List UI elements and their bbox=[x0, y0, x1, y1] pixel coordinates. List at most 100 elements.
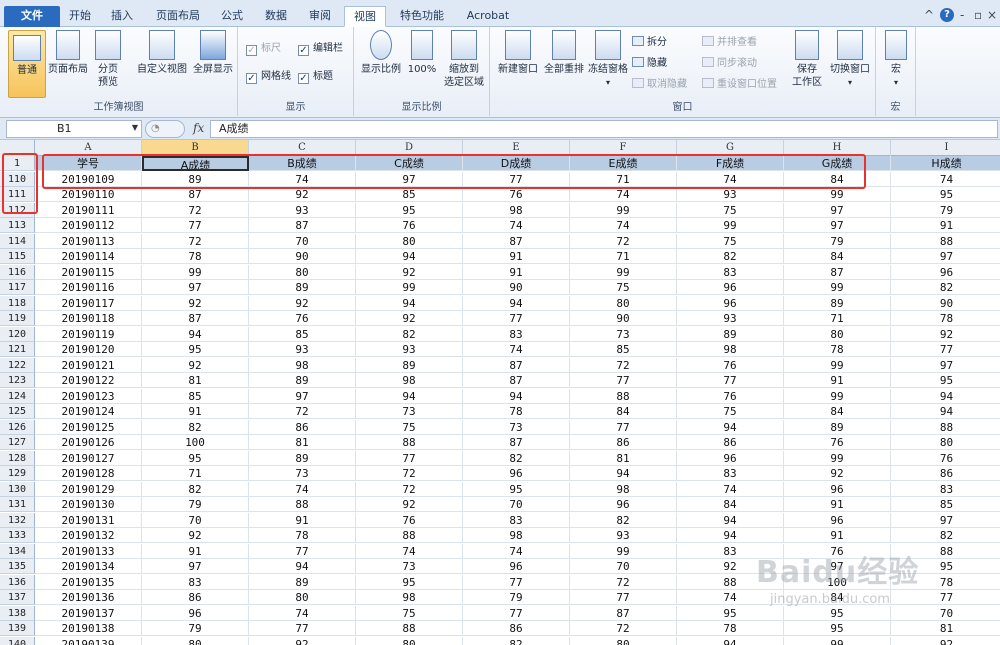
grid-cell[interactable]: 74 bbox=[249, 481, 356, 497]
grid-cell[interactable]: 93 bbox=[356, 342, 463, 357]
grid-cell[interactable]: 78 bbox=[142, 249, 249, 264]
grid-cell[interactable]: 75 bbox=[356, 605, 463, 621]
grid-cell[interactable]: 94 bbox=[249, 559, 356, 574]
page-break-preview-button[interactable]: 分页 预览 bbox=[92, 30, 124, 89]
grid-cell[interactable]: 77 bbox=[142, 218, 249, 233]
row-number[interactable]: 110 bbox=[0, 171, 35, 187]
row-number[interactable]: 118 bbox=[0, 295, 35, 311]
grid-cell[interactable]: 80 bbox=[570, 295, 677, 311]
row-number[interactable]: 130 bbox=[0, 481, 35, 497]
grid-cell[interactable]: 73 bbox=[356, 559, 463, 574]
grid-cell[interactable]: 77 bbox=[463, 605, 570, 621]
grid-cell[interactable]: 74 bbox=[463, 543, 570, 559]
grid-cell[interactable]: 94 bbox=[356, 295, 463, 311]
grid-cell[interactable]: 72 bbox=[570, 574, 677, 590]
grid-cell[interactable]: 93 bbox=[677, 187, 784, 202]
row-number[interactable]: 111 bbox=[0, 187, 35, 202]
grid-cell[interactable]: 99 bbox=[784, 636, 891, 645]
grid-cell[interactable]: 99 bbox=[677, 218, 784, 233]
row-number[interactable]: 120 bbox=[0, 326, 35, 342]
row-number[interactable]: 136 bbox=[0, 574, 35, 590]
grid-cell[interactable]: 71 bbox=[570, 249, 677, 264]
grid-cell[interactable]: 89 bbox=[249, 373, 356, 388]
insert-function-icon[interactable]: fx bbox=[193, 121, 204, 135]
grid-cell[interactable]: 92 bbox=[356, 264, 463, 280]
grid-cell[interactable]: 90 bbox=[570, 311, 677, 326]
grid-cell[interactable]: 87 bbox=[463, 233, 570, 249]
grid-cell[interactable]: 86 bbox=[463, 621, 570, 636]
tab-view[interactable]: 视图 bbox=[344, 6, 386, 27]
grid-cell[interactable]: 73 bbox=[249, 466, 356, 481]
column-header-c[interactable]: C bbox=[249, 140, 356, 156]
grid-cell[interactable]: 82 bbox=[677, 249, 784, 264]
column-header-e[interactable]: E bbox=[463, 140, 570, 156]
grid-cell[interactable]: 74 bbox=[463, 218, 570, 233]
unhide-button[interactable]: 取消隐藏 bbox=[632, 77, 687, 93]
grid-cell[interactable]: 82 bbox=[891, 280, 1000, 295]
grid-cell[interactable]: 85 bbox=[570, 342, 677, 357]
grid-cell[interactable]: 76 bbox=[677, 357, 784, 373]
grid-cell[interactable]: 77 bbox=[463, 171, 570, 187]
grid-cell[interactable]: 97 bbox=[891, 358, 1000, 373]
grid-cell[interactable]: 91 bbox=[463, 264, 570, 280]
formula-expand-control[interactable]: ◔ bbox=[145, 120, 185, 138]
grid-cell[interactable]: 85 bbox=[356, 187, 463, 202]
grid-cell[interactable]: 20190128 bbox=[35, 466, 142, 481]
new-window-button[interactable]: 新建窗口 bbox=[494, 30, 542, 76]
grid-cell[interactable]: 75 bbox=[570, 280, 677, 295]
grid-cell[interactable]: 84 bbox=[784, 249, 891, 264]
grid-cell[interactable]: 20190131 bbox=[35, 512, 142, 528]
grid-cell[interactable]: 20190134 bbox=[35, 559, 142, 574]
grid-cell[interactable]: 76 bbox=[356, 218, 463, 233]
full-screen-button[interactable]: 全屏显示 bbox=[190, 30, 236, 76]
grid-cell[interactable]: 77 bbox=[356, 450, 463, 466]
grid-cell[interactable]: 72 bbox=[356, 481, 463, 497]
grid-cell[interactable]: 99 bbox=[570, 543, 677, 559]
row-number[interactable]: 126 bbox=[0, 419, 35, 435]
formula-bar-checkbox[interactable]: ✓ 编辑栏 bbox=[298, 41, 343, 57]
grid-cell[interactable]: 92 bbox=[142, 357, 249, 373]
grid-cell[interactable]: 90 bbox=[249, 249, 356, 264]
grid-cell[interactable]: 91 bbox=[142, 543, 249, 559]
grid-cell[interactable]: 84 bbox=[784, 404, 891, 419]
grid-cell[interactable]: 73 bbox=[570, 326, 677, 342]
row-number[interactable]: 117 bbox=[0, 280, 35, 295]
header-cell[interactable]: E成绩 bbox=[570, 156, 677, 171]
grid-cell[interactable]: 92 bbox=[249, 295, 356, 311]
headings-checkbox[interactable]: ✓ 标题 bbox=[298, 69, 333, 85]
grid-cell[interactable]: 78 bbox=[891, 311, 1000, 326]
grid-cell[interactable]: 88 bbox=[356, 435, 463, 450]
grid-cell[interactable]: 20190110 bbox=[35, 187, 142, 202]
grid-cell[interactable]: 82 bbox=[142, 481, 249, 497]
save-workspace-button[interactable]: 保存 工作区 bbox=[788, 30, 826, 89]
grid-cell[interactable]: 88 bbox=[891, 420, 1000, 435]
grid-cell[interactable]: 85 bbox=[142, 388, 249, 404]
grid-cell[interactable]: 20190115 bbox=[35, 264, 142, 280]
grid-cell[interactable]: 20190139 bbox=[35, 636, 142, 645]
row-number[interactable]: 135 bbox=[0, 559, 35, 574]
grid-cell[interactable]: 87 bbox=[463, 435, 570, 450]
grid-cell[interactable]: 87 bbox=[784, 264, 891, 280]
grid-cell[interactable]: 20190132 bbox=[35, 528, 142, 543]
grid-cell[interactable]: 94 bbox=[891, 404, 1000, 419]
grid-cell[interactable]: 96 bbox=[677, 450, 784, 466]
grid-cell[interactable]: 74 bbox=[570, 218, 677, 233]
tab-acrobat[interactable]: Acrobat bbox=[460, 6, 516, 27]
grid-cell[interactable]: 79 bbox=[891, 203, 1000, 218]
grid-cell[interactable]: 72 bbox=[570, 233, 677, 249]
grid-cell[interactable]: 77 bbox=[249, 543, 356, 559]
grid-cell[interactable]: 79 bbox=[784, 233, 891, 249]
row-number[interactable]: 119 bbox=[0, 311, 35, 326]
grid-cell[interactable]: 70 bbox=[570, 559, 677, 574]
grid-cell[interactable]: 73 bbox=[356, 404, 463, 419]
grid-cell[interactable]: 20190137 bbox=[35, 605, 142, 621]
grid-cell[interactable]: 20190111 bbox=[35, 202, 142, 218]
grid-cell[interactable]: 72 bbox=[142, 233, 249, 249]
grid-cell[interactable]: 97 bbox=[356, 171, 463, 187]
grid-cell[interactable]: 74 bbox=[249, 171, 356, 187]
row-number[interactable]: 128 bbox=[0, 450, 35, 466]
grid-cell[interactable]: 92 bbox=[356, 497, 463, 512]
tab-review[interactable]: 审阅 bbox=[302, 6, 338, 27]
grid-cell[interactable]: 97 bbox=[784, 202, 891, 218]
grid-cell[interactable]: 80 bbox=[356, 636, 463, 645]
